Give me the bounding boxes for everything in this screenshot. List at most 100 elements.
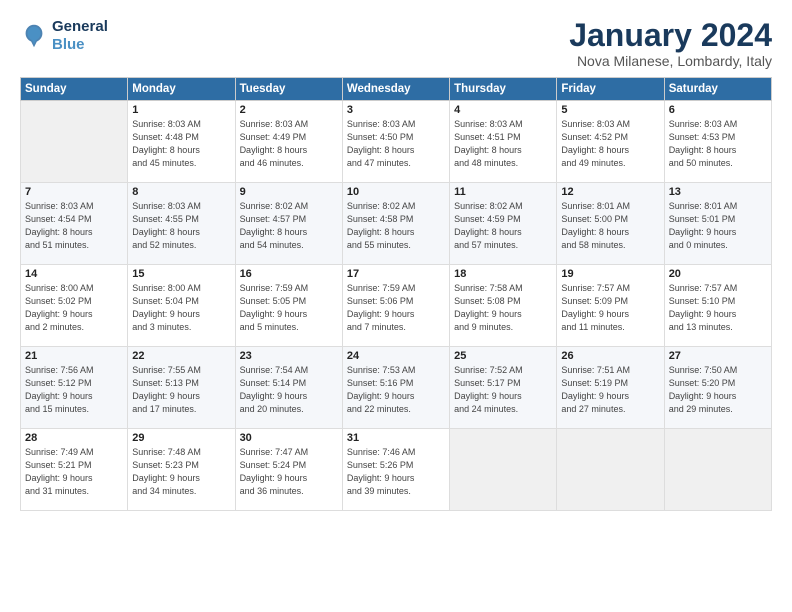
col-thursday: Thursday [450,78,557,101]
day-number: 14 [25,268,123,280]
day-number: 13 [669,186,767,198]
day-info: Sunrise: 8:03 AMSunset: 4:54 PMDaylight:… [25,200,123,252]
calendar-cell: 5 Sunrise: 8:03 AMSunset: 4:52 PMDaylight… [557,101,664,183]
calendar-cell [21,101,128,183]
day-info: Sunrise: 7:46 AMSunset: 5:26 PMDaylight:… [347,446,445,498]
calendar-cell: 14 Sunrise: 8:00 AMSunset: 5:02 PMDayligh… [21,265,128,347]
calendar-cell: 17Sunrise: 7:59 AMSunset: 5:06 PMDayligh… [342,265,449,347]
col-friday: Friday [557,78,664,101]
calendar-cell: 8 Sunrise: 8:03 AMSunset: 4:55 PMDaylight… [128,183,235,265]
month-title: January 2024 [569,18,772,53]
calendar-cell: 10 Sunrise: 8:02 AMSunset: 4:58 PMDayligh… [342,183,449,265]
day-number: 7 [25,186,123,198]
calendar-cell: 24 Sunrise: 7:53 AMSunset: 5:16 PMDayligh… [342,347,449,429]
day-info: Sunrise: 8:01 AMSunset: 5:00 PMDaylight:… [561,200,659,252]
calendar-cell: 11 Sunrise: 8:02 AMSunset: 4:59 PMDayligh… [450,183,557,265]
day-info: Sunrise: 8:02 AMSunset: 4:59 PMDaylight:… [454,200,552,252]
calendar-cell: 15Sunrise: 8:00 AMSunset: 5:04 PMDayligh… [128,265,235,347]
header-row: Sunday Monday Tuesday Wednesday Thursday… [21,78,772,101]
calendar-cell: 30 Sunrise: 7:47 AMSunset: 5:24 PMDayligh… [235,429,342,511]
day-info: Sunrise: 8:03 AMSunset: 4:52 PMDaylight:… [561,118,659,170]
day-number: 15 [132,268,230,280]
calendar-cell [664,429,771,511]
day-info: Sunrise: 8:03 AMSunset: 4:48 PMDaylight:… [132,118,230,170]
day-number: 24 [347,350,445,362]
calendar-cell: 23 Sunrise: 7:54 AMSunset: 5:14 PMDayligh… [235,347,342,429]
day-number: 1 [132,104,230,116]
calendar-cell: 22Sunrise: 7:55 AMSunset: 5:13 PMDayligh… [128,347,235,429]
day-number: 30 [240,432,338,444]
day-number: 4 [454,104,552,116]
day-number: 28 [25,432,123,444]
day-info: Sunrise: 7:51 AMSunset: 5:19 PMDaylight:… [561,364,659,416]
calendar-cell: 19Sunrise: 7:57 AMSunset: 5:09 PMDayligh… [557,265,664,347]
day-number: 10 [347,186,445,198]
day-info: Sunrise: 8:00 AMSunset: 5:02 PMDaylight:… [25,282,123,334]
day-number: 20 [669,268,767,280]
calendar-cell: 6 Sunrise: 8:03 AMSunset: 4:53 PMDaylight… [664,101,771,183]
day-info: Sunrise: 8:03 AMSunset: 4:50 PMDaylight:… [347,118,445,170]
day-number: 27 [669,350,767,362]
week-row-4: 21Sunrise: 7:56 AMSunset: 5:12 PMDayligh… [21,347,772,429]
day-number: 16 [240,268,338,280]
day-number: 18 [454,268,552,280]
title-block: January 2024 Nova Milanese, Lombardy, It… [569,18,772,69]
calendar-cell: 3 Sunrise: 8:03 AMSunset: 4:50 PMDaylight… [342,101,449,183]
day-info: Sunrise: 8:02 AMSunset: 4:57 PMDaylight:… [240,200,338,252]
day-number: 8 [132,186,230,198]
day-info: Sunrise: 8:03 AMSunset: 4:53 PMDaylight:… [669,118,767,170]
day-info: Sunrise: 7:53 AMSunset: 5:16 PMDaylight:… [347,364,445,416]
day-number: 19 [561,268,659,280]
day-info: Sunrise: 7:50 AMSunset: 5:20 PMDaylight:… [669,364,767,416]
week-row-3: 14 Sunrise: 8:00 AMSunset: 5:02 PMDayligh… [21,265,772,347]
calendar-cell: 13 Sunrise: 8:01 AMSunset: 5:01 PMDayligh… [664,183,771,265]
week-row-2: 7 Sunrise: 8:03 AMSunset: 4:54 PMDaylight… [21,183,772,265]
day-info: Sunrise: 7:58 AMSunset: 5:08 PMDaylight:… [454,282,552,334]
day-number: 12 [561,186,659,198]
day-info: Sunrise: 8:02 AMSunset: 4:58 PMDaylight:… [347,200,445,252]
day-info: Sunrise: 7:57 AMSunset: 5:10 PMDaylight:… [669,282,767,334]
calendar-cell: 18 Sunrise: 7:58 AMSunset: 5:08 PMDayligh… [450,265,557,347]
day-info: Sunrise: 8:03 AMSunset: 4:51 PMDaylight:… [454,118,552,170]
day-info: Sunrise: 7:54 AMSunset: 5:14 PMDaylight:… [240,364,338,416]
day-number: 22 [132,350,230,362]
calendar-cell: 9 Sunrise: 8:02 AMSunset: 4:57 PMDaylight… [235,183,342,265]
calendar-cell: 2Sunrise: 8:03 AMSunset: 4:49 PMDaylight… [235,101,342,183]
calendar-cell: 25 Sunrise: 7:52 AMSunset: 5:17 PMDayligh… [450,347,557,429]
page-container: General Blue January 2024 Nova Milanese,… [0,0,792,521]
day-info: Sunrise: 7:59 AMSunset: 5:06 PMDaylight:… [347,282,445,334]
day-number: 11 [454,186,552,198]
day-number: 6 [669,104,767,116]
day-number: 5 [561,104,659,116]
col-sunday: Sunday [21,78,128,101]
week-row-5: 28 Sunrise: 7:49 AMSunset: 5:21 PMDayligh… [21,429,772,511]
week-row-1: 1 Sunrise: 8:03 AMSunset: 4:48 PMDaylight… [21,101,772,183]
day-number: 25 [454,350,552,362]
day-number: 9 [240,186,338,198]
logo-text: General Blue [52,18,108,54]
logo-icon [20,22,48,50]
calendar-cell [557,429,664,511]
calendar-cell: 16Sunrise: 7:59 AMSunset: 5:05 PMDayligh… [235,265,342,347]
day-info: Sunrise: 8:01 AMSunset: 5:01 PMDaylight:… [669,200,767,252]
day-number: 3 [347,104,445,116]
calendar-cell: 31Sunrise: 7:46 AMSunset: 5:26 PMDayligh… [342,429,449,511]
day-info: Sunrise: 7:47 AMSunset: 5:24 PMDaylight:… [240,446,338,498]
day-number: 23 [240,350,338,362]
calendar-cell: 28 Sunrise: 7:49 AMSunset: 5:21 PMDayligh… [21,429,128,511]
day-info: Sunrise: 7:48 AMSunset: 5:23 PMDaylight:… [132,446,230,498]
calendar-cell: 27 Sunrise: 7:50 AMSunset: 5:20 PMDayligh… [664,347,771,429]
day-info: Sunrise: 7:56 AMSunset: 5:12 PMDaylight:… [25,364,123,416]
logo: General Blue [20,18,108,54]
col-tuesday: Tuesday [235,78,342,101]
calendar-cell: 1 Sunrise: 8:03 AMSunset: 4:48 PMDaylight… [128,101,235,183]
col-wednesday: Wednesday [342,78,449,101]
day-info: Sunrise: 8:03 AMSunset: 4:55 PMDaylight:… [132,200,230,252]
day-info: Sunrise: 7:52 AMSunset: 5:17 PMDaylight:… [454,364,552,416]
day-number: 2 [240,104,338,116]
location-subtitle: Nova Milanese, Lombardy, Italy [569,53,772,69]
col-saturday: Saturday [664,78,771,101]
day-info: Sunrise: 7:49 AMSunset: 5:21 PMDaylight:… [25,446,123,498]
header: General Blue January 2024 Nova Milanese,… [20,18,772,69]
calendar-cell: 26Sunrise: 7:51 AMSunset: 5:19 PMDayligh… [557,347,664,429]
